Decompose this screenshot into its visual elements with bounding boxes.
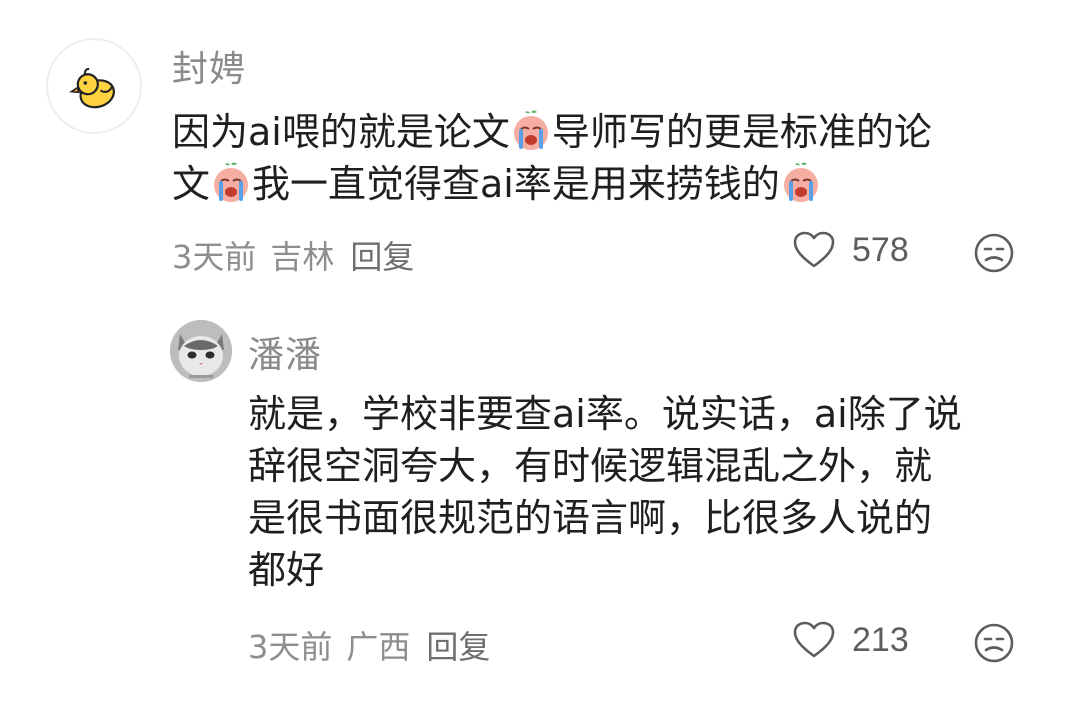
user-avatar[interactable]: [170, 320, 232, 382]
crying-emoji: [214, 162, 249, 202]
comment-time: 3天前: [172, 238, 257, 276]
like-button[interactable]: 213: [792, 620, 909, 660]
comment-text: 因为ai喂的就是论文 导师写的更是标准的论 文我一直觉得查ai率是用来捞钱的: [172, 106, 1022, 210]
like-button[interactable]: 578: [792, 230, 909, 270]
heart-outline-icon: [793, 621, 835, 658]
username[interactable]: 潘潘: [248, 326, 322, 378]
comment-line: 因为ai喂的就是论文 导师写的更是标准的论: [172, 106, 1022, 158]
crying-emoji: [783, 162, 818, 202]
like-count: 578: [852, 230, 909, 269]
comment-location: 广西: [346, 628, 411, 666]
reply-button[interactable]: 回复: [350, 238, 414, 276]
heart-outline-icon: [793, 231, 835, 268]
comment-line: 就是，学校非要查ai率。说实话，ai除了说: [248, 392, 962, 436]
comment-meta: 3天前 吉林 回复: [172, 232, 428, 278]
unhappy-face-icon[interactable]: [973, 622, 1015, 664]
comment-text-segment: 文: [172, 162, 211, 206]
reply-comment-item: 潘潘 就是，学校非要查ai率。说实话，ai除了说 辞很空洞夸大，有时候逻辑混乱之…: [0, 300, 1080, 723]
comment-line: 是很书面很规范的语言啊，比很多人说的: [248, 496, 933, 540]
comment-text: 就是，学校非要查ai率。说实话，ai除了说 辞很空洞夸大，有时候逻辑混乱之外，就…: [248, 388, 1028, 596]
unhappy-face-icon[interactable]: [973, 232, 1015, 274]
comment-location: 吉林: [270, 238, 335, 276]
comment-text-segment: 因为ai喂的就是论文: [172, 110, 510, 154]
comment-meta: 3天前 广西 回复: [248, 622, 504, 668]
reply-button[interactable]: 回复: [426, 628, 490, 666]
comment-time: 3天前: [248, 628, 333, 666]
username[interactable]: 封娉: [172, 40, 246, 92]
comment-line: 都好: [248, 548, 325, 592]
like-count: 213: [852, 620, 909, 659]
kitten-avatar-icon: [170, 320, 232, 382]
comment-text-segment: 我一直觉得查ai率是用来捞钱的: [252, 162, 780, 206]
duck-avatar-icon: [69, 68, 115, 109]
comment-line: 文我一直觉得查ai率是用来捞钱的: [172, 158, 1022, 210]
comment-item: 封娉 因为ai喂的就是论文 导师写的更是标准的论 文我一直觉得查ai率是用来捞钱的…: [0, 0, 1080, 300]
crying-emoji: [513, 110, 548, 150]
comment-line: 辞很空洞夸大，有时候逻辑混乱之外，就: [248, 444, 933, 488]
user-avatar[interactable]: [46, 38, 142, 134]
comment-text-segment: 导师写的更是标准的论: [551, 110, 932, 154]
